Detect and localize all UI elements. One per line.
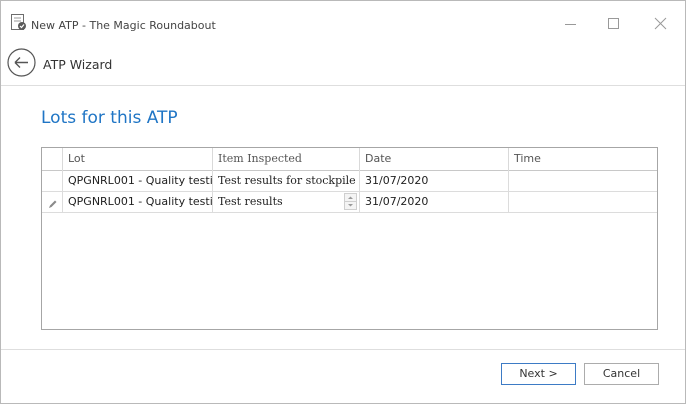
row-indicator-header xyxy=(42,148,63,170)
grid-header: Lot Item Inspected Date Time xyxy=(42,148,657,171)
cell-item-inspected-value[interactable]: Test results xyxy=(218,195,283,208)
window-title: New ATP - The Magic Roundabout xyxy=(31,19,216,32)
lots-grid[interactable]: Lot Item Inspected Date Time QPGNRL001 -… xyxy=(41,147,658,330)
spin-buttons[interactable] xyxy=(344,193,357,210)
cell-lot[interactable]: QPGNRL001 - Quality testing ... xyxy=(63,170,213,191)
pencil-icon xyxy=(47,196,58,208)
cell-item-inspected[interactable]: Test results for stockpile xyxy=(213,170,360,191)
column-header-lot[interactable]: Lot xyxy=(63,148,213,170)
row-indicator xyxy=(42,170,63,191)
row-indicator xyxy=(42,191,63,212)
next-button[interactable]: Next > xyxy=(501,363,576,385)
footer-divider xyxy=(1,349,685,350)
cell-time[interactable] xyxy=(509,170,657,191)
cell-time[interactable] xyxy=(509,191,657,212)
column-header-item-inspected[interactable]: Item Inspected xyxy=(213,148,360,170)
table-row[interactable]: QPGNRL001 - Quality testing ... Test res… xyxy=(42,191,657,213)
column-header-date[interactable]: Date xyxy=(360,148,509,170)
section-title: Lots for this ATP xyxy=(41,108,178,128)
title-bar[interactable]: New ATP - The Magic Roundabout xyxy=(1,1,685,32)
cell-date[interactable]: 31/07/2020 xyxy=(360,191,509,212)
cancel-button[interactable]: Cancel xyxy=(584,363,659,385)
maximize-icon[interactable] xyxy=(605,15,623,33)
cell-item-inspected-editor[interactable]: Test results xyxy=(213,191,360,212)
back-arrow-icon[interactable] xyxy=(7,48,36,77)
minimize-icon[interactable] xyxy=(562,15,580,33)
app-document-icon xyxy=(10,14,27,31)
wizard-title: ATP Wizard xyxy=(43,57,113,72)
column-header-time[interactable]: Time xyxy=(509,148,657,170)
table-row[interactable]: QPGNRL001 - Quality testing ... Test res… xyxy=(42,170,657,192)
cell-date[interactable]: 31/07/2020 xyxy=(360,170,509,191)
close-icon[interactable] xyxy=(652,15,670,33)
wizard-window: New ATP - The Magic Roundabout ATP Wizar… xyxy=(0,0,686,404)
cell-lot[interactable]: QPGNRL001 - Quality testing ... xyxy=(63,191,213,212)
header-divider xyxy=(1,85,685,86)
